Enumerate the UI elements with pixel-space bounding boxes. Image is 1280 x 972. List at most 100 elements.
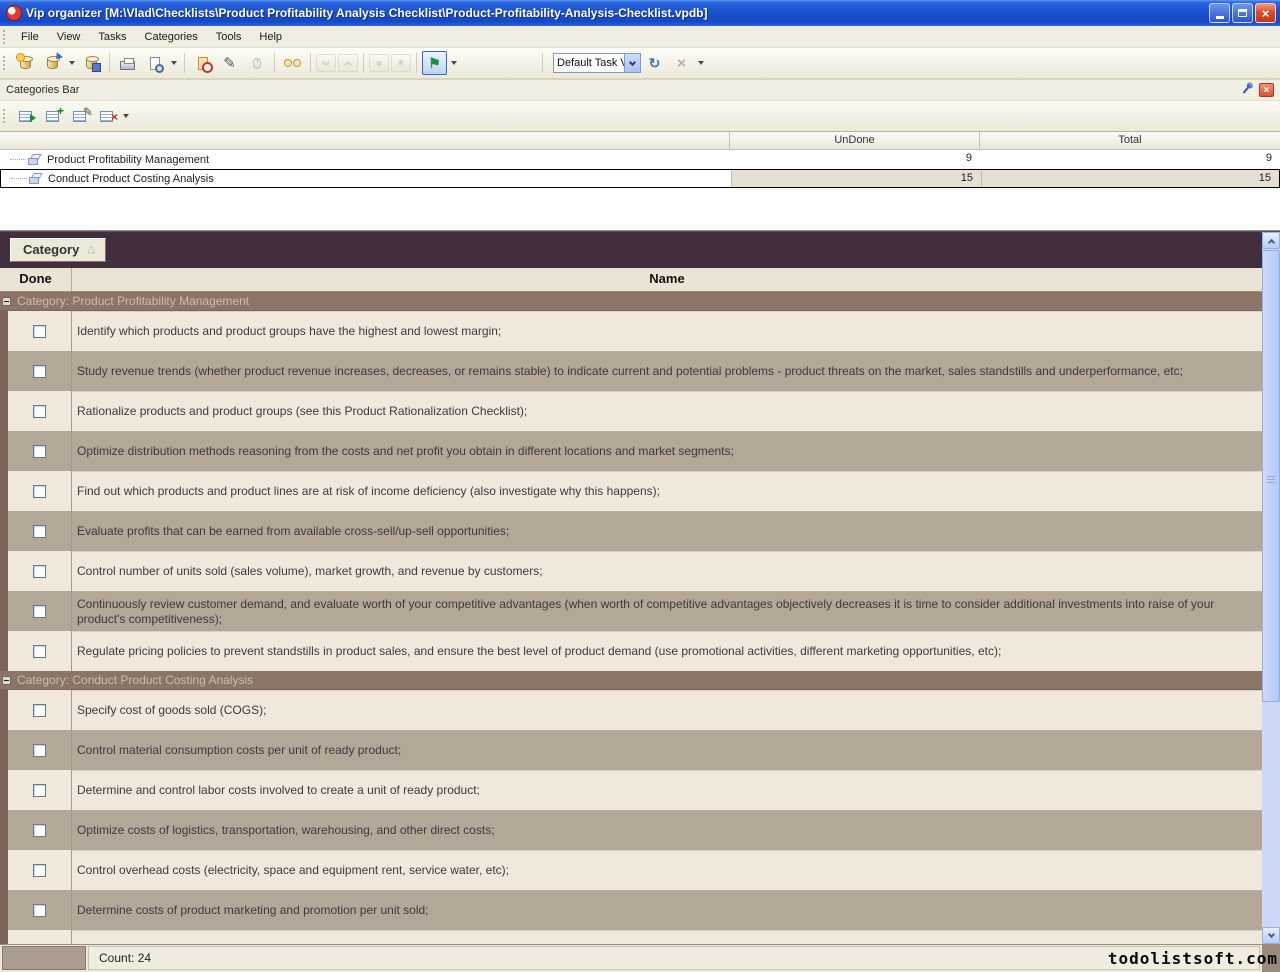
tree-connector [11, 178, 27, 179]
minimize-button[interactable] [1209, 3, 1230, 23]
task-checkbox[interactable] [33, 325, 46, 338]
categories-toolbar-dropdown-icon[interactable] [123, 114, 129, 118]
new-task-button[interactable] [190, 51, 215, 75]
category-row[interactable]: Conduct Product Costing Analysis1515 [0, 169, 1280, 188]
done-cell [8, 311, 72, 351]
move-down-button[interactable] [316, 54, 336, 72]
task-row[interactable]: Determine and control labor costs involv… [0, 770, 1262, 810]
open-database-button[interactable] [40, 51, 65, 75]
view-mode-button[interactable]: ⚑ [422, 51, 447, 75]
vertical-scrollbar[interactable] [1262, 232, 1280, 944]
task-row[interactable]: Control material consumption costs per u… [0, 730, 1262, 770]
restore-button[interactable] [1232, 3, 1253, 23]
menu-bar: FileViewTasksCategoriesToolsHelp [0, 26, 1280, 48]
menu-item-file[interactable]: File [12, 28, 48, 46]
menu-item-categories[interactable]: Categories [136, 28, 207, 46]
edit-task-button[interactable]: ✎ [217, 51, 242, 75]
collapse-icon[interactable] [2, 297, 11, 306]
task-grid-panel: Category △ Done Name Category: Product P… [0, 231, 1280, 944]
add-subcategory-button[interactable] [40, 104, 65, 128]
category-name: Conduct Product Costing Analysis [48, 173, 214, 185]
move-up-button[interactable] [338, 54, 358, 72]
view-mode-dropdown-icon[interactable] [451, 61, 457, 65]
views-dropdown-icon[interactable] [698, 61, 704, 65]
apply-view-button[interactable]: ↻ [642, 51, 667, 75]
task-checkbox[interactable] [33, 565, 46, 578]
task-name: Identify which products and product grou… [72, 311, 1262, 351]
task-name: Rationalize products and product groups … [72, 391, 1262, 431]
task-checkbox[interactable] [33, 784, 46, 797]
print-button[interactable] [115, 51, 140, 75]
task-row[interactable]: Identify which products and product grou… [0, 311, 1262, 351]
task-row[interactable]: Optimize costs of logistics, transportat… [0, 810, 1262, 850]
task-checkbox[interactable] [33, 645, 46, 658]
move-top-button[interactable] [391, 54, 411, 72]
new-database-icon [20, 57, 31, 69]
move-bottom-button[interactable] [369, 54, 389, 72]
menu-item-help[interactable]: Help [250, 28, 291, 46]
close-button[interactable] [1255, 3, 1276, 23]
group-header-row[interactable]: Category: Conduct Product Costing Analys… [0, 671, 1262, 690]
task-row[interactable]: Specify cost of goods sold (COGS); [0, 690, 1262, 730]
category-name-column-header[interactable] [0, 132, 730, 149]
task-checkbox[interactable] [33, 904, 46, 917]
toolbar-gripper[interactable] [3, 56, 8, 70]
delete-category-button[interactable] [94, 104, 119, 128]
task-checkbox[interactable] [33, 864, 46, 877]
task-checkbox[interactable] [33, 525, 46, 538]
task-view-combobox[interactable]: Default Task V [553, 53, 641, 73]
total-column-header[interactable]: Total [980, 132, 1280, 149]
task-row[interactable]: Study revenue trends (whether product re… [0, 351, 1262, 391]
done-column-header[interactable]: Done [0, 268, 72, 291]
menu-item-view[interactable]: View [48, 28, 90, 46]
print-preview-button[interactable] [142, 51, 167, 75]
new-database-button[interactable] [13, 51, 38, 75]
task-row[interactable]: Evaluate profits that can be earned from… [0, 511, 1262, 551]
task-row[interactable]: Control number of units sold (sales volu… [0, 551, 1262, 591]
task-row[interactable]: Continuously review customer demand, and… [0, 591, 1262, 631]
open-dropdown-icon[interactable] [69, 61, 75, 65]
task-checkbox[interactable] [33, 405, 46, 418]
task-checkbox[interactable] [33, 445, 46, 458]
name-column-header[interactable]: Name [72, 268, 1262, 291]
delete-view-button[interactable]: × [669, 51, 694, 75]
task-row[interactable]: Control overhead costs (electricity, spa… [0, 850, 1262, 890]
save-database-button[interactable] [79, 51, 104, 75]
undone-column-header[interactable]: UnDone [730, 132, 980, 149]
task-row[interactable]: Optimize distribution methods reasoning … [0, 431, 1262, 471]
edit-task-icon: ✎ [223, 54, 236, 72]
tree-connector [10, 159, 26, 160]
scrollbar-thumb[interactable] [1262, 250, 1280, 702]
task-checkbox[interactable] [33, 365, 46, 378]
task-row[interactable]: Rationalize products and product groups … [0, 391, 1262, 431]
task-checkbox[interactable] [33, 485, 46, 498]
task-name: Continuously review customer demand, and… [72, 591, 1262, 631]
group-by-category-button[interactable]: Category △ [10, 238, 106, 262]
add-category-button[interactable] [13, 104, 38, 128]
task-name: Determine costs of product marketing and… [72, 890, 1262, 930]
task-checkbox[interactable] [33, 744, 46, 757]
print-dropdown-icon[interactable] [171, 61, 177, 65]
combo-dropdown-button[interactable] [624, 54, 640, 72]
edit-category-button[interactable] [67, 104, 92, 128]
menu-item-tools[interactable]: Tools [207, 28, 251, 46]
task-view-value: Default Task V [554, 57, 624, 69]
scroll-up-button[interactable] [1262, 232, 1280, 249]
task-row[interactable]: Regulate pricing policies to prevent sta… [0, 631, 1262, 671]
view-task-button[interactable] [280, 51, 305, 75]
task-checkbox[interactable] [33, 704, 46, 717]
toolbar-gripper[interactable] [3, 109, 8, 123]
scroll-down-button[interactable] [1262, 927, 1280, 944]
group-indent-strip [0, 730, 8, 770]
task-checkbox[interactable] [33, 824, 46, 837]
assign-task-button[interactable] [244, 51, 269, 75]
task-row[interactable]: Determine costs of product marketing and… [0, 890, 1262, 930]
collapse-icon[interactable] [2, 676, 11, 685]
task-checkbox[interactable] [33, 605, 46, 618]
menu-item-tasks[interactable]: Tasks [89, 28, 135, 46]
categories-bar-close-button[interactable]: × [1259, 83, 1274, 97]
toolbar-gripper[interactable] [3, 30, 8, 44]
category-row[interactable]: Product Profitability Management99 [0, 150, 1280, 169]
group-header-row[interactable]: Category: Product Profitability Manageme… [0, 292, 1262, 311]
task-row[interactable]: Find out which products and product line… [0, 471, 1262, 511]
